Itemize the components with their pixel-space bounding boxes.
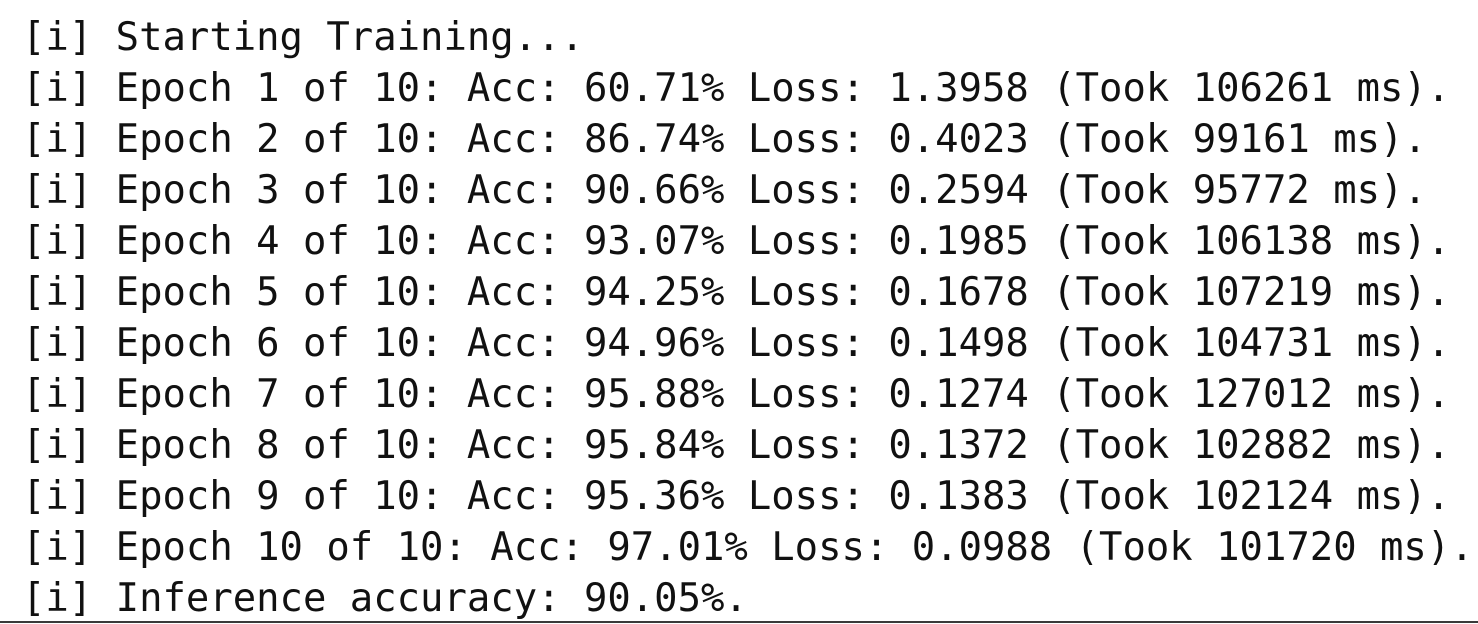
terminal-output: [i] Starting Training... [i] Epoch 1 of … xyxy=(0,0,1478,622)
bottom-divider xyxy=(0,621,1478,623)
log-line-epoch-9: [i] Epoch 9 of 10: Acc: 95.36% Loss: 0.1… xyxy=(22,474,1451,519)
log-line-epoch-5: [i] Epoch 5 of 10: Acc: 94.25% Loss: 0.1… xyxy=(22,270,1451,315)
log-line-epoch-2: [i] Epoch 2 of 10: Acc: 86.74% Loss: 0.4… xyxy=(22,117,1427,162)
log-line-epoch-3: [i] Epoch 3 of 10: Acc: 90.66% Loss: 0.2… xyxy=(22,168,1427,213)
log-line-epoch-10: [i] Epoch 10 of 10: Acc: 97.01% Loss: 0.… xyxy=(22,525,1474,570)
log-line-start: [i] Starting Training... xyxy=(22,15,584,60)
log-line-epoch-6: [i] Epoch 6 of 10: Acc: 94.96% Loss: 0.1… xyxy=(22,321,1451,366)
log-line-epoch-1: [i] Epoch 1 of 10: Acc: 60.71% Loss: 1.3… xyxy=(22,66,1451,111)
log-line-inference: [i] Inference accuracy: 90.05%. xyxy=(22,576,748,621)
log-line-epoch-7: [i] Epoch 7 of 10: Acc: 95.88% Loss: 0.1… xyxy=(22,372,1451,417)
log-line-epoch-8: [i] Epoch 8 of 10: Acc: 95.84% Loss: 0.1… xyxy=(22,423,1451,468)
log-line-epoch-4: [i] Epoch 4 of 10: Acc: 93.07% Loss: 0.1… xyxy=(22,219,1451,264)
